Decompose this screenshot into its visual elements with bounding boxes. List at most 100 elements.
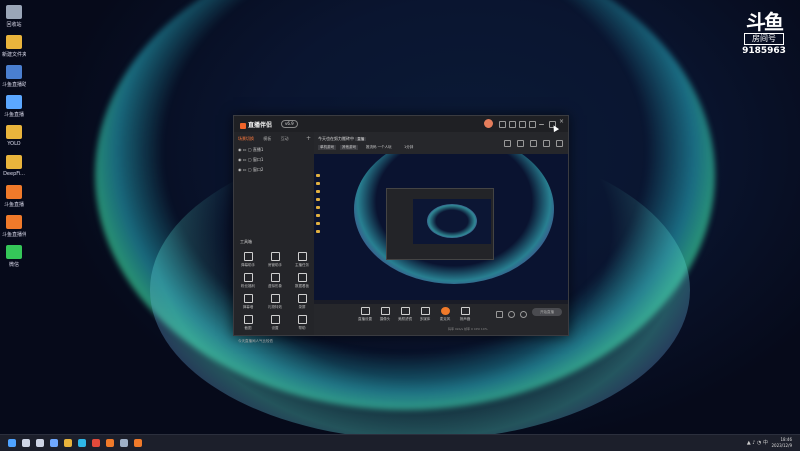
- tool-icon: [270, 252, 280, 261]
- tool-label: 礼物特效: [268, 305, 282, 309]
- control-button[interactable]: 直播设置: [356, 307, 374, 322]
- preview-nested-window: [386, 188, 494, 260]
- system-tray[interactable]: ▲ ♪ ◔ 中: [747, 439, 768, 446]
- subcategory-chip[interactable]: 其他游戏: [340, 145, 358, 150]
- add-scene-icon[interactable]: +: [306, 135, 311, 142]
- desktop-icon[interactable]: YOLO: [2, 125, 26, 147]
- task-view-icon[interactable]: [36, 439, 44, 447]
- start-live-button[interactable]: 开始直播: [532, 308, 562, 316]
- windows-icon[interactable]: [8, 439, 16, 447]
- title-bar: 直播伴侣 v6.9 ×: [234, 116, 568, 132]
- minimize-icon[interactable]: [539, 124, 544, 125]
- message-icon[interactable]: [499, 121, 506, 128]
- control-button[interactable]: 美颜滤镜: [396, 307, 414, 322]
- desktop-icon[interactable]: 回收站: [2, 5, 26, 28]
- tool-button[interactable]: 帮助: [293, 315, 311, 331]
- left-panel: 场景切换 模板 互动 + ◉ ▭ ▢ 直播1 ◉ ▭ ▢ 窗口1 ◉ ▭ ▢ 窗…: [234, 132, 315, 343]
- desktop-icon-label: 斗鱼直播助手: [2, 82, 26, 88]
- tab-scenes[interactable]: 场景切换: [238, 136, 254, 141]
- tool-icon: [297, 294, 307, 303]
- steam-icon[interactable]: [120, 439, 128, 447]
- desktop-icon[interactable]: 新建文件夹: [2, 35, 26, 58]
- share-icon[interactable]: [556, 140, 563, 147]
- live-companion-icon[interactable]: [134, 439, 142, 447]
- tool-button[interactable]: 主播任务: [293, 252, 311, 268]
- tool-button[interactable]: 数据看板: [293, 273, 311, 289]
- tool-button[interactable]: 设置: [266, 315, 284, 331]
- desktop-icon-glyph: [6, 95, 22, 109]
- app-logo-icon: [240, 122, 246, 129]
- tool-label: 录屏: [298, 305, 306, 309]
- desktop-icon-glyph: [6, 35, 22, 49]
- gear-icon[interactable]: [520, 311, 527, 318]
- desktop-icon-label: YOLO: [7, 141, 21, 147]
- record-icon[interactable]: [504, 140, 511, 147]
- desktop-icon[interactable]: 斗鱼直播: [2, 185, 26, 208]
- desktop-icon[interactable]: 斗鱼直播助手: [2, 65, 26, 88]
- lock-icon[interactable]: [517, 140, 524, 147]
- edge-icon[interactable]: [78, 439, 86, 447]
- stream-preview[interactable]: [314, 154, 568, 304]
- version-badge[interactable]: v6.9: [281, 120, 298, 128]
- tool-button[interactable]: 礼物特效: [266, 294, 284, 310]
- desktop-icon[interactable]: 斗鱼直播: [2, 95, 26, 118]
- tool-label: 房管助手: [268, 263, 282, 267]
- close-icon[interactable]: ×: [559, 118, 565, 125]
- control-button[interactable]: 多媒体: [416, 307, 434, 322]
- tool-button[interactable]: 房管助手: [266, 252, 284, 268]
- skin-icon[interactable]: [509, 121, 516, 128]
- tool-icon: [243, 273, 253, 282]
- notify-icon[interactable]: [543, 140, 550, 147]
- category-chip[interactable]: 单机游戏: [318, 145, 336, 150]
- clock[interactable]: 18:46 2023/12/9: [771, 437, 792, 449]
- tool-button[interactable]: 截图: [239, 315, 257, 331]
- desktop-icon-label: 回收站: [6, 22, 22, 28]
- desktop-icon-glyph: [6, 65, 22, 79]
- camera-icon[interactable]: [496, 311, 503, 318]
- widgets-icon[interactable]: [50, 439, 58, 447]
- search-icon[interactable]: [22, 439, 30, 447]
- douyu-watermark: 斗鱼 房间号 9185963: [740, 12, 788, 56]
- tool-button[interactable]: 弹幕墙: [239, 294, 257, 310]
- control-button[interactable]: 摄像头: [376, 307, 394, 322]
- live-companion-window: 直播伴侣 v6.9 × 场景切换 模板 互动 + ◉ ▭ ▢ 直播1 ◉ ▭ ▢…: [233, 115, 569, 343]
- desktop-icon[interactable]: 微信: [2, 245, 26, 268]
- control-bar: 直播设置 摄像头 美颜滤镜 多媒体 麦克风 扬声器 开始直播 码率 0kb/s 帧率 0 …: [314, 304, 568, 335]
- desktop-icon-label: 微信: [8, 262, 19, 268]
- tab-templates[interactable]: 模板: [263, 136, 271, 141]
- menu-icon[interactable]: [529, 121, 536, 128]
- desktop-icon-glyph: [6, 245, 22, 259]
- tool-button[interactable]: 虚拟形象: [266, 273, 284, 289]
- tool-icon: [270, 294, 280, 303]
- desktop-icon[interactable]: DeepFi...: [2, 155, 26, 177]
- scene-label: 窗口2: [252, 167, 264, 172]
- audio-icon[interactable]: [508, 311, 515, 318]
- ime-indicator[interactable]: 中: [763, 440, 768, 446]
- tool-button[interactable]: 粉丝福利: [239, 273, 257, 289]
- explorer-icon[interactable]: [64, 439, 72, 447]
- scene-item[interactable]: ◉ ▭ ▢ 直播1: [238, 147, 263, 153]
- avatar[interactable]: [484, 119, 493, 128]
- chrome-icon[interactable]: [92, 439, 100, 447]
- control-label: 摄像头: [379, 317, 391, 321]
- scene-item[interactable]: ◉ ▭ ▢ 窗口1: [238, 157, 263, 163]
- tool-button[interactable]: 弹幕助手: [239, 252, 257, 268]
- tool-label: 虚拟形象: [268, 284, 282, 288]
- douyu-logo: 斗鱼: [746, 10, 784, 34]
- screenshot-icon[interactable]: [530, 140, 537, 147]
- tool-button[interactable]: 录屏: [293, 294, 311, 310]
- control-label: 美颜滤镜: [398, 317, 412, 321]
- douyu-icon[interactable]: [106, 439, 114, 447]
- settings-icon[interactable]: [519, 121, 526, 128]
- desktop-icon[interactable]: 斗鱼直播伴侣: [2, 215, 26, 238]
- stream-stats: 码率 0kb/s 帧率 0 CPU 10%: [448, 327, 488, 331]
- stream-title[interactable]: 今天也在努力搬砖中 直播: [318, 136, 367, 142]
- toolbox-title: 工具箱: [240, 239, 252, 244]
- tool-label: 帮助: [298, 326, 306, 330]
- control-button[interactable]: 麦克风: [436, 307, 454, 322]
- tab-interact[interactable]: 互动: [281, 136, 289, 141]
- control-button[interactable]: 扬声器: [456, 307, 474, 322]
- app-logo: 直播伴侣: [240, 120, 272, 129]
- scene-item[interactable]: ◉ ▭ ▢ 窗口2: [238, 167, 263, 173]
- tool-icon: [270, 315, 280, 324]
